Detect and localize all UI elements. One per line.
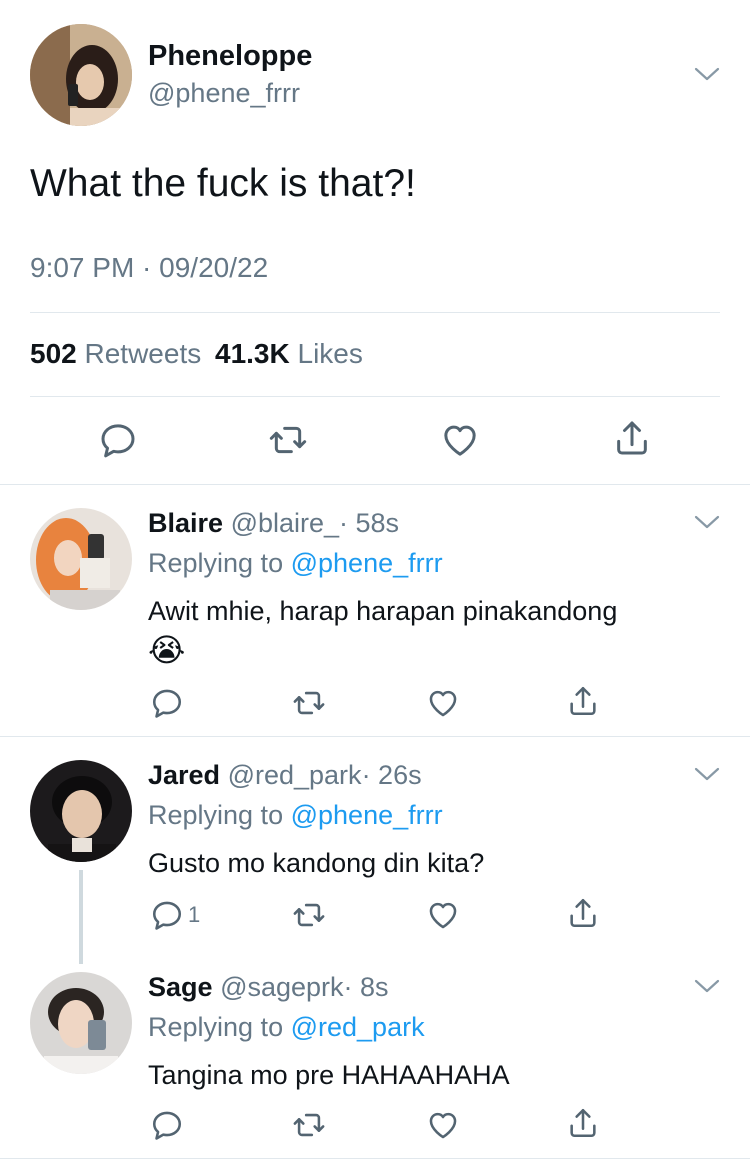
avatar[interactable] [30,508,132,610]
reply-header: Jared @red_park· 26s [148,758,422,792]
reply-header: Sage @sageprk· 8s [148,970,389,1004]
share-icon [566,896,600,930]
heart-icon [440,420,480,460]
retweet-button[interactable] [268,420,308,460]
reply-button[interactable]: 1 [150,898,200,932]
reply-button[interactable] [150,686,184,720]
chevron-down-icon[interactable] [694,978,720,994]
share-icon [612,418,652,458]
share-button[interactable] [566,684,600,718]
replying-prefix: Replying to [148,1012,284,1042]
share-icon [566,1106,600,1140]
handle[interactable]: @sageprk [220,972,343,1002]
reply-icon [150,686,184,720]
engagement-stats: 502 Retweets 41.3K Likes [30,338,363,370]
retweet-icon [292,1108,326,1142]
replying-prefix: Replying to [148,800,284,830]
share-button[interactable] [566,896,600,930]
retweet-icon [292,686,326,720]
replying-to-link[interactable]: @phene_frrr [291,800,443,830]
divider [30,312,720,313]
chevron-down-icon[interactable] [694,766,720,782]
retweets-label[interactable]: Retweets [85,338,202,369]
display-name[interactable]: Sage [148,972,213,1002]
reply-time[interactable]: · 26s [362,760,422,790]
reply-time[interactable]: · 8s [344,972,389,1002]
display-name[interactable]: Blaire [148,508,223,538]
handle[interactable]: @blaire_ [231,508,339,538]
reply-button[interactable] [98,420,138,460]
replying-to: Replying to @phene_frrr [148,546,443,580]
timestamp[interactable]: 9:07 PM · 09/20/22 [30,252,268,284]
avatar[interactable] [30,760,132,862]
replying-to-link[interactable]: @phene_frrr [291,548,443,578]
replying-prefix: Replying to [148,548,284,578]
replying-to: Replying to @red_park [148,1010,425,1044]
share-button[interactable] [566,1106,600,1140]
replying-to-link[interactable]: @red_park [291,1012,425,1042]
replying-to: Replying to @phene_frrr [148,798,443,832]
reply-icon [150,1108,184,1142]
like-button[interactable] [440,420,480,460]
divider [0,484,750,485]
retweet-icon [292,898,326,932]
heart-icon [426,686,460,720]
handle[interactable]: @red_park [228,760,362,790]
display-name[interactable]: Pheneloppe [148,40,312,73]
likes-label[interactable]: Likes [298,338,363,369]
share-button[interactable] [612,418,652,458]
chevron-down-icon[interactable] [694,66,720,82]
divider [0,1158,750,1159]
crying-emoji: 😭 [148,632,186,668]
reply-header: Blaire @blaire_· 58s [148,506,399,540]
display-name[interactable]: Jared [148,760,220,790]
heart-icon [426,1108,460,1142]
reply-button[interactable] [150,1108,184,1142]
retweet-button[interactable] [292,1108,326,1142]
divider [0,736,750,737]
reply-text: Tangina mo pre HAHAAHAHA [148,1060,510,1090]
retweet-icon [268,420,308,460]
share-icon [566,684,600,718]
thread-line [79,870,83,964]
tweet-text: What the fuck is that?! [30,162,416,205]
divider [30,396,720,397]
avatar[interactable] [30,972,132,1074]
reply-text: Awit mhie, harap harapan pinakandong [148,596,618,626]
like-button[interactable] [426,898,460,932]
like-button[interactable] [426,686,460,720]
reply-time[interactable]: · 58s [339,508,399,538]
likes-count[interactable]: 41.3K [215,338,290,369]
reply-count: 1 [188,902,201,927]
like-button[interactable] [426,1108,460,1142]
handle[interactable]: @phene_frrr [148,78,300,109]
heart-icon [426,898,460,932]
reply-icon [98,420,138,460]
retweets-count[interactable]: 502 [30,338,77,369]
reply-icon [150,898,184,932]
avatar[interactable] [30,24,132,126]
retweet-button[interactable] [292,686,326,720]
chevron-down-icon[interactable] [694,514,720,530]
reply-text: Gusto mo kandong din kita? [148,848,485,878]
retweet-button[interactable] [292,898,326,932]
